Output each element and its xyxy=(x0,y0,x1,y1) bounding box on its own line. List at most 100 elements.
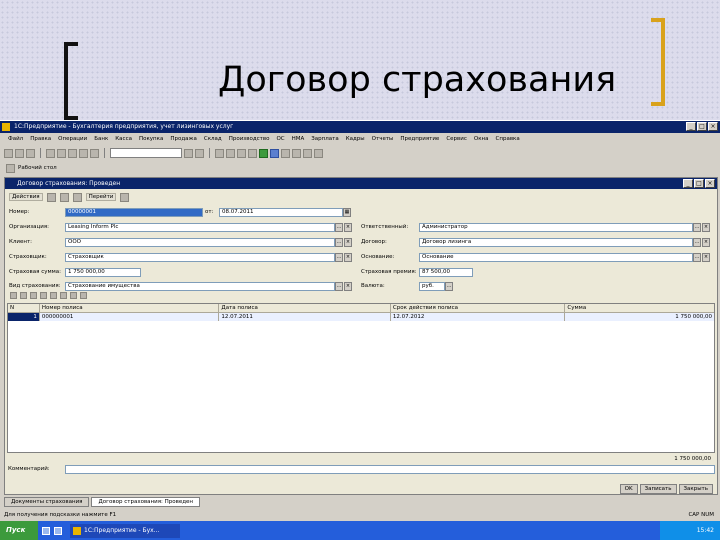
clear-icon[interactable]: × xyxy=(702,238,710,247)
minimize-icon[interactable]: _ xyxy=(686,122,696,131)
taskbar-app-button[interactable]: 1С:Предприятие - Бух... xyxy=(70,523,180,538)
column-header-policy[interactable]: Номер полиса xyxy=(40,304,220,312)
move-down-icon[interactable] xyxy=(60,292,67,299)
menu-item-hr[interactable]: Кадры xyxy=(346,134,365,144)
quicklaunch-ie-icon[interactable] xyxy=(42,526,50,535)
cell-term[interactable]: 12.07.2012 xyxy=(391,313,566,321)
report-icon[interactable] xyxy=(281,148,290,158)
write-button[interactable]: Записать xyxy=(639,484,677,494)
select-icon[interactable]: … xyxy=(335,223,343,232)
find-next-icon[interactable] xyxy=(195,148,204,158)
insured-sum-field[interactable]: 1 750 000,00 xyxy=(65,268,141,277)
menu-item-cash[interactable]: Касса xyxy=(115,134,132,144)
clear-icon[interactable]: × xyxy=(702,223,710,232)
copy-icon[interactable] xyxy=(57,148,66,158)
menu-item-sales[interactable]: Продажа xyxy=(170,134,197,144)
goto-menu-button[interactable]: Перейти xyxy=(85,193,117,201)
menu-item-warehouse[interactable]: Склад xyxy=(204,134,222,144)
select-icon[interactable]: … xyxy=(335,253,343,262)
comment-field[interactable] xyxy=(65,465,715,474)
help-icon[interactable] xyxy=(303,148,312,158)
menu-item-edit[interactable]: Правка xyxy=(30,134,51,144)
column-header-sum[interactable]: Сумма xyxy=(565,304,714,312)
menu-item-purchase[interactable]: Покупка xyxy=(139,134,163,144)
quicklaunch-desktop-icon[interactable] xyxy=(54,526,62,535)
search-icon[interactable] xyxy=(184,148,193,158)
basis-field[interactable]: Основание xyxy=(419,253,693,262)
new-document-icon[interactable] xyxy=(4,148,13,158)
cell-date[interactable]: 12.07.2011 xyxy=(219,313,391,321)
minimize-icon[interactable]: _ xyxy=(683,179,693,188)
cell-policy[interactable]: 000000001 xyxy=(40,313,220,321)
currency-field[interactable]: руб. xyxy=(419,282,445,291)
desktop-icon[interactable] xyxy=(6,163,15,173)
clear-icon[interactable]: × xyxy=(344,238,352,247)
menu-item-reports[interactable]: Отчеты xyxy=(372,134,394,144)
actions-menu-button[interactable]: Действия xyxy=(9,193,43,201)
save-icon[interactable] xyxy=(26,148,35,158)
clear-icon[interactable]: × xyxy=(344,223,352,232)
journal-icon[interactable] xyxy=(215,148,224,158)
calendar-icon[interactable]: ▦ xyxy=(343,208,351,217)
clear-icon[interactable]: × xyxy=(344,253,352,262)
client-field[interactable]: ООО xyxy=(65,238,335,247)
close-button[interactable]: Закрыть xyxy=(678,484,713,494)
maximize-icon[interactable]: □ xyxy=(697,122,707,131)
organization-field[interactable]: Leasing Inform Plc xyxy=(65,223,335,232)
help-icon[interactable] xyxy=(120,192,130,202)
select-icon[interactable]: … xyxy=(693,253,701,262)
responsible-field[interactable]: Администратор xyxy=(419,223,693,232)
cell-n[interactable]: 1 xyxy=(8,313,40,321)
add-row-icon[interactable] xyxy=(10,292,17,299)
preview-icon[interactable] xyxy=(90,148,99,158)
menu-item-fixed-assets[interactable]: ОС xyxy=(276,134,284,144)
accounts-icon[interactable] xyxy=(237,148,246,158)
print-icon[interactable] xyxy=(79,148,88,158)
table-row[interactable]: 1 000000001 12.07.2011 12.07.2012 1 750 … xyxy=(8,313,714,321)
calendar-icon[interactable] xyxy=(259,148,268,158)
documents-icon[interactable] xyxy=(226,148,235,158)
mail-icon[interactable] xyxy=(292,148,301,158)
structure-icon[interactable] xyxy=(72,192,82,202)
calculator-icon[interactable] xyxy=(248,148,257,158)
column-header-term[interactable]: Срок действия полиса xyxy=(391,304,566,312)
close-icon[interactable]: × xyxy=(705,179,715,188)
search-combo[interactable] xyxy=(110,148,182,158)
tab-insurance-documents[interactable]: Документы страхования xyxy=(4,497,90,507)
tools-icon[interactable] xyxy=(314,148,323,158)
column-header-n[interactable]: N xyxy=(8,304,40,312)
clear-icon[interactable]: × xyxy=(702,253,710,262)
premium-field[interactable]: 87 500,00 xyxy=(419,268,473,277)
post-icon[interactable] xyxy=(59,192,69,202)
copy-row-icon[interactable] xyxy=(20,292,27,299)
cut-icon[interactable] xyxy=(46,148,55,158)
menu-item-bank[interactable]: Банк xyxy=(94,134,108,144)
tab-insurance-contract[interactable]: Договор страхования: Проведен xyxy=(91,497,201,507)
insurer-field[interactable]: Страховщик xyxy=(65,253,335,262)
delete-row-icon[interactable] xyxy=(40,292,47,299)
start-button[interactable]: Пуск xyxy=(0,521,38,540)
table-icon[interactable] xyxy=(270,148,279,158)
menu-item-windows[interactable]: Окна xyxy=(474,134,489,144)
open-folder-icon[interactable] xyxy=(15,148,24,158)
clear-icon[interactable]: × xyxy=(344,282,352,291)
move-up-icon[interactable] xyxy=(50,292,57,299)
close-icon[interactable]: × xyxy=(708,122,718,131)
select-icon[interactable]: … xyxy=(693,223,701,232)
number-field[interactable]: 00000001 xyxy=(65,208,203,217)
menu-item-operations[interactable]: Операции xyxy=(58,134,87,144)
menu-item-service[interactable]: Сервис xyxy=(446,134,467,144)
insurance-kind-field[interactable]: Страхование имущества xyxy=(65,282,335,291)
edit-row-icon[interactable] xyxy=(30,292,37,299)
sort-desc-icon[interactable] xyxy=(80,292,87,299)
menu-item-enterprise[interactable]: Предприятие xyxy=(400,134,439,144)
menu-item-file[interactable]: Файл xyxy=(8,134,23,144)
date-field[interactable]: 08.07.2011 xyxy=(219,208,343,217)
save-icon[interactable] xyxy=(46,192,56,202)
menu-item-production[interactable]: Производство xyxy=(229,134,270,144)
select-icon[interactable]: … xyxy=(445,282,453,291)
menu-item-intangibles[interactable]: НМА xyxy=(292,134,305,144)
sort-asc-icon[interactable] xyxy=(70,292,77,299)
menu-item-help[interactable]: Справка xyxy=(496,134,520,144)
desktop-button[interactable]: Рабочий стол xyxy=(18,165,57,171)
